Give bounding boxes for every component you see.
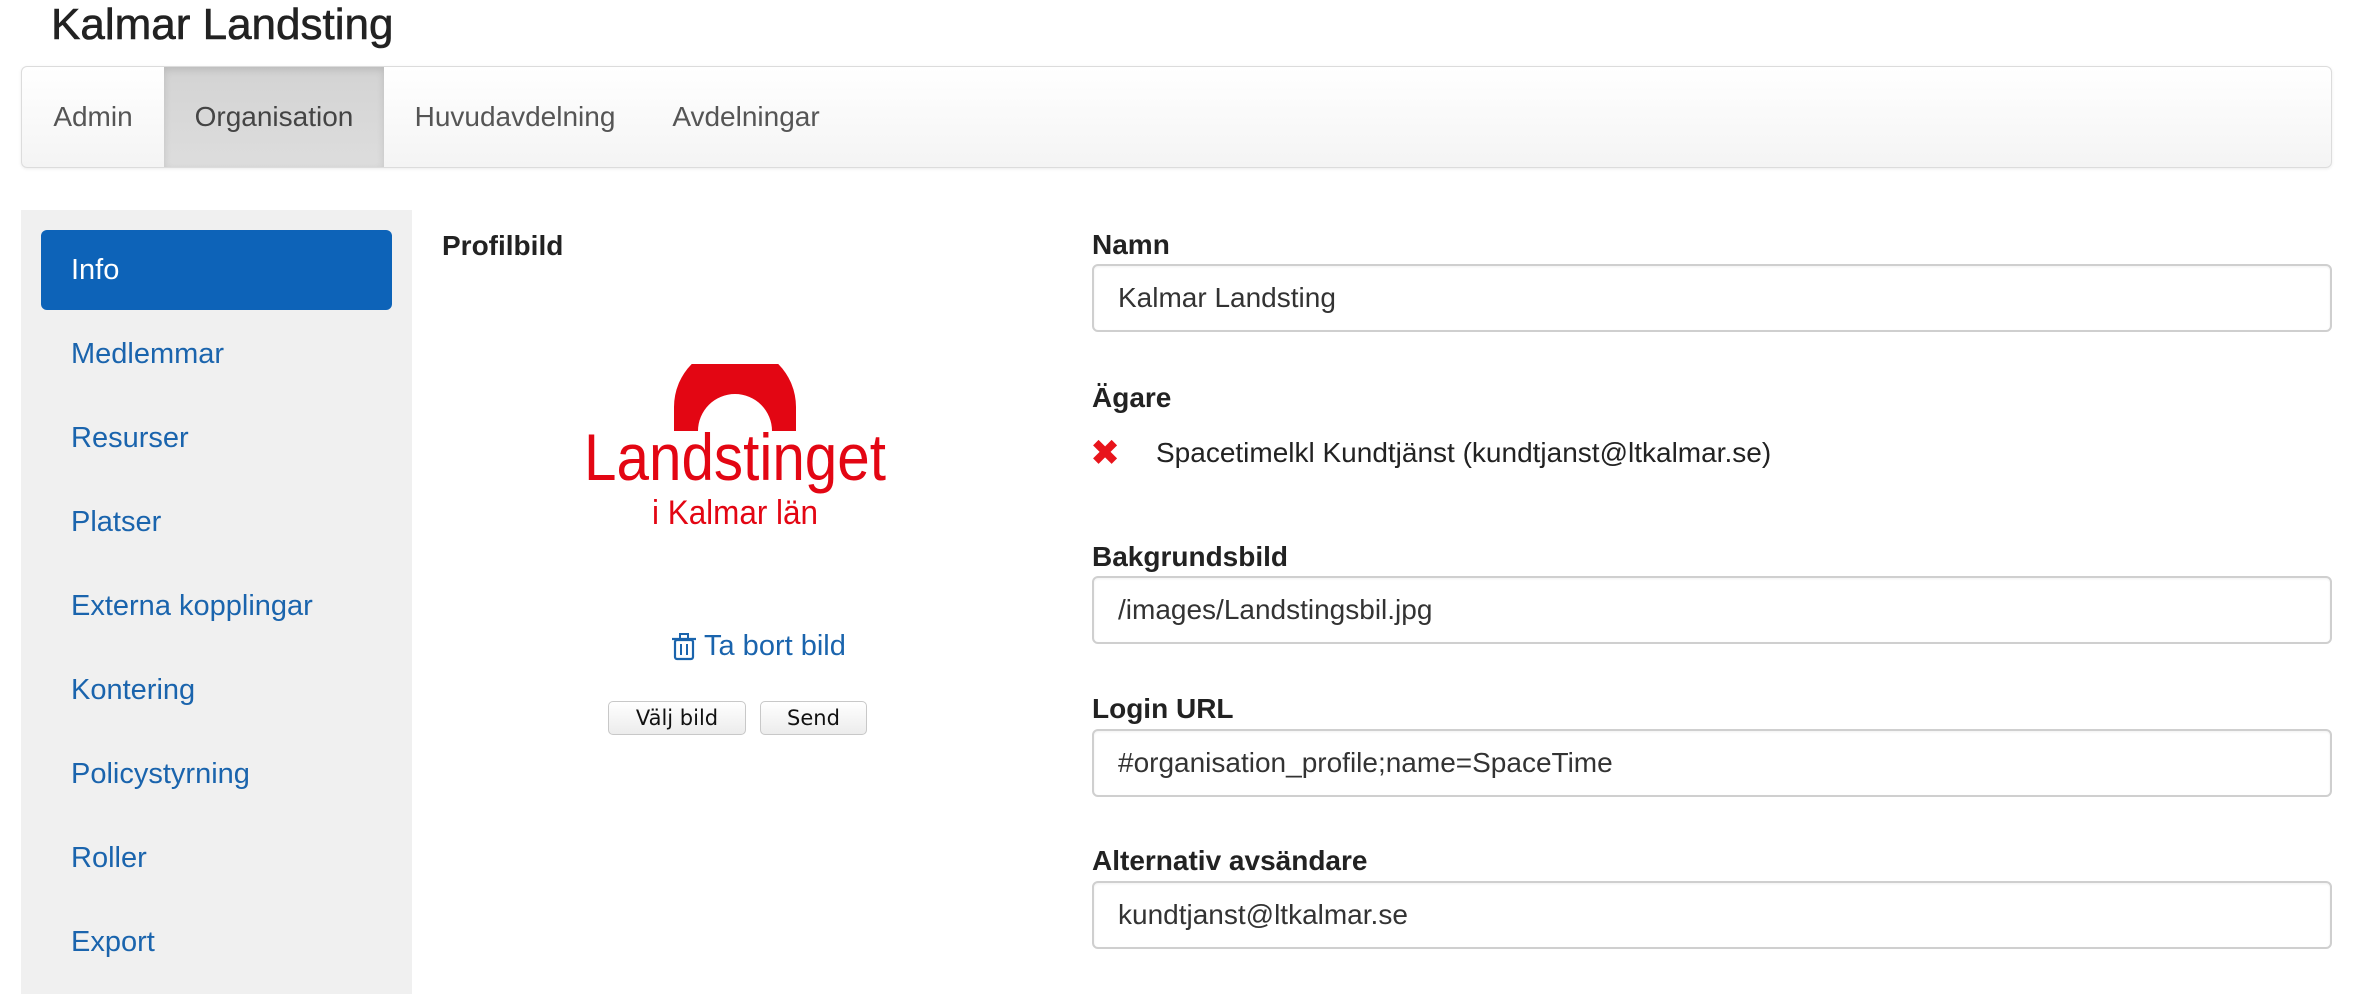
trash-icon <box>672 632 696 660</box>
top-navigation: Admin Organisation Huvudavdelning Avdeln… <box>21 66 2332 168</box>
x-icon[interactable]: ✖ <box>1090 432 1134 474</box>
logo-subtext: i Kalmar län <box>652 494 818 532</box>
sidebar: Info Medlemmar Resurser Platser Externa … <box>21 210 412 994</box>
sidebar-item-kontering[interactable]: Kontering <box>41 650 392 730</box>
send-button[interactable]: Send <box>760 701 867 735</box>
sidebar-item-export[interactable]: Export <box>41 902 392 982</box>
page-title: Kalmar Landsting <box>51 0 394 49</box>
tab-admin[interactable]: Admin <box>22 67 164 167</box>
choose-image-button[interactable]: Välj bild <box>608 701 746 735</box>
sidebar-item-medlemmar[interactable]: Medlemmar <box>41 314 392 394</box>
name-label: Namn <box>1092 229 1170 260</box>
sidebar-item-roller[interactable]: Roller <box>41 818 392 898</box>
sidebar-item-resurser[interactable]: Resurser <box>41 398 392 478</box>
sidebar-item-externa-kopplingar[interactable]: Externa kopplingar <box>41 566 392 646</box>
remove-image-link[interactable]: Ta bort bild <box>672 630 846 663</box>
remove-image-label: Ta bort bild <box>704 630 846 662</box>
owner-row: ✖ Spacetimelkl Kundtjänst (kundtjanst@lt… <box>1090 432 1771 474</box>
alternative-sender-input[interactable] <box>1092 881 2332 949</box>
tab-organisation[interactable]: Organisation <box>164 67 384 167</box>
organisation-logo: Landstinget i Kalmar län <box>584 364 886 532</box>
alternative-sender-label: Alternativ avsändare <box>1092 845 1368 876</box>
sidebar-item-policystyrning[interactable]: Policystyrning <box>41 734 392 814</box>
sidebar-item-platser[interactable]: Platser <box>41 482 392 562</box>
background-image-input[interactable] <box>1092 576 2332 644</box>
login-url-input[interactable] <box>1092 729 2332 797</box>
background-image-label: Bakgrundsbild <box>1092 541 1289 572</box>
tab-avdelningar[interactable]: Avdelningar <box>646 67 846 167</box>
login-url-label: Login URL <box>1092 693 1234 724</box>
sidebar-item-info[interactable]: Info <box>41 230 392 310</box>
tab-huvudavdelning[interactable]: Huvudavdelning <box>384 67 646 167</box>
owner-value: Spacetimelkl Kundtjänst (kundtjanst@ltka… <box>1156 437 1772 468</box>
name-input[interactable] <box>1092 264 2332 332</box>
logo-text: Landstinget <box>584 420 886 494</box>
owner-label: Ägare <box>1092 382 1172 413</box>
profile-image-label: Profilbild <box>442 230 564 261</box>
